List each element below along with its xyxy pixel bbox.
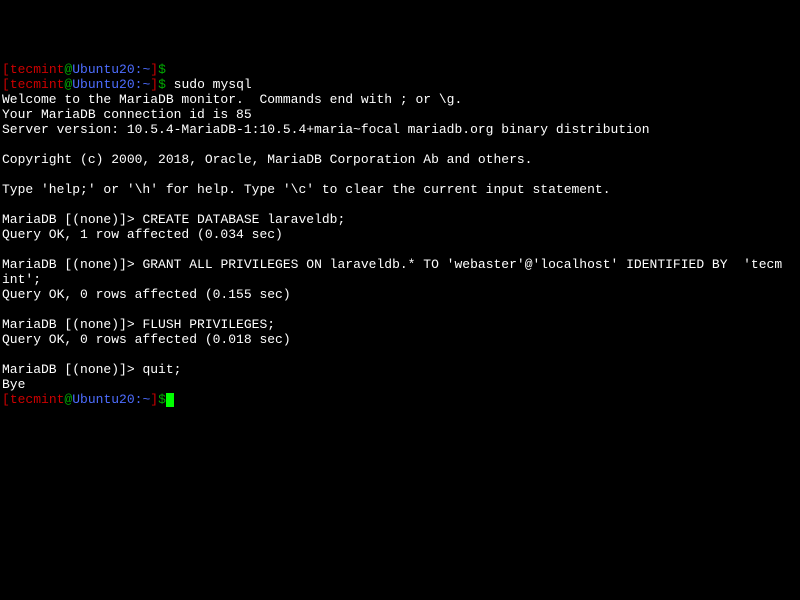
flush-privileges-cmd: FLUSH PRIVILEGES;	[142, 317, 275, 332]
host-path: Ubuntu20:~	[72, 392, 150, 407]
host-path: Ubuntu20:~	[72, 62, 150, 77]
bracket-close: ]	[150, 77, 158, 92]
mariadb-prompt: MariaDB [(none)]>	[2, 212, 142, 227]
server-version: Server version: 10.5.4-MariaDB-1:10.5.4+…	[2, 122, 798, 137]
query-result-1: Query OK, 1 row affected (0.034 sec)	[2, 227, 798, 242]
mariadb-prompt: MariaDB [(none)]>	[2, 257, 142, 272]
dollar-sign: $	[158, 77, 166, 92]
blank-line	[2, 197, 798, 212]
command-sudo-mysql: sudo mysql	[166, 77, 252, 92]
cursor-icon	[166, 393, 174, 407]
user: tecmint	[10, 77, 65, 92]
blank-line	[2, 167, 798, 182]
blank-line	[2, 347, 798, 362]
copyright-text: Copyright (c) 2000, 2018, Oracle, MariaD…	[2, 152, 798, 167]
quit-cmd: quit;	[142, 362, 181, 377]
grant-line-1: MariaDB [(none)]> GRANT ALL PRIVILEGES O…	[2, 257, 798, 272]
welcome-text: Welcome to the MariaDB monitor. Commands…	[2, 92, 798, 107]
dollar-sign: $	[158, 392, 166, 407]
create-db-line: MariaDB [(none)]> CREATE DATABASE larave…	[2, 212, 798, 227]
prompt-line-1: [tecmint@Ubuntu20:~]$	[2, 62, 798, 77]
query-result-2: Query OK, 0 rows affected (0.155 sec)	[2, 287, 798, 302]
connection-id: Your MariaDB connection id is 85	[2, 107, 798, 122]
query-result-3: Query OK, 0 rows affected (0.018 sec)	[2, 332, 798, 347]
blank-line	[2, 242, 798, 257]
bracket-open: [	[2, 392, 10, 407]
terminal[interactable]: [tecmint@Ubuntu20:~]$[tecmint@Ubuntu20:~…	[2, 62, 798, 407]
mariadb-prompt: MariaDB [(none)]>	[2, 317, 142, 332]
quit-line: MariaDB [(none)]> quit;	[2, 362, 798, 377]
bracket-close: ]	[150, 392, 158, 407]
prompt-line-3[interactable]: [tecmint@Ubuntu20:~]$	[2, 392, 798, 407]
user: tecmint	[10, 392, 65, 407]
help-text: Type 'help;' or '\h' for help. Type '\c'…	[2, 182, 798, 197]
dollar-sign: $	[158, 62, 166, 77]
mariadb-prompt: MariaDB [(none)]>	[2, 362, 142, 377]
create-database-cmd: CREATE DATABASE laraveldb;	[142, 212, 345, 227]
host-path: Ubuntu20:~	[72, 77, 150, 92]
flush-line: MariaDB [(none)]> FLUSH PRIVILEGES;	[2, 317, 798, 332]
blank-line	[2, 137, 798, 152]
bracket-open: [	[2, 62, 10, 77]
grant-line-2: int';	[2, 272, 798, 287]
bracket-open: [	[2, 77, 10, 92]
bye-text: Bye	[2, 377, 798, 392]
grant-privileges-cmd: GRANT ALL PRIVILEGES ON laraveldb.* TO '…	[142, 257, 782, 272]
prompt-line-2: [tecmint@Ubuntu20:~]$ sudo mysql	[2, 77, 798, 92]
blank-line	[2, 302, 798, 317]
bracket-close: ]	[150, 62, 158, 77]
user: tecmint	[10, 62, 65, 77]
